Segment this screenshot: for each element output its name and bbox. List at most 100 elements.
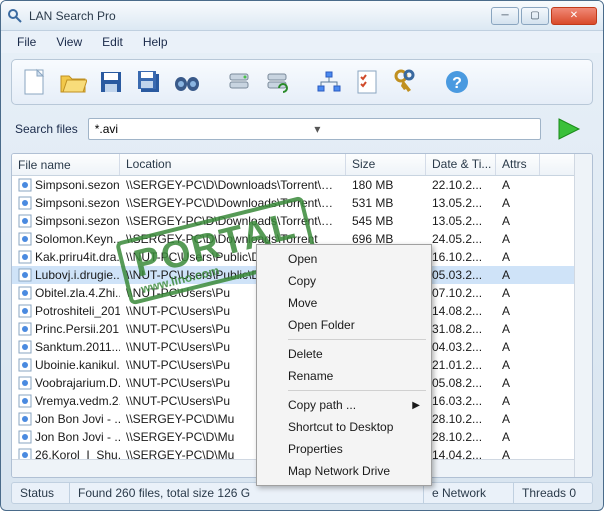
table-row[interactable]: Simpsoni.sezon...\\SERGEY-PC\D\Downloads… <box>12 212 574 230</box>
table-row[interactable]: Simpsoni.sezon...\\SERGEY-PC\D\Downloads… <box>12 176 574 194</box>
cell-size: 531 MB <box>346 195 426 211</box>
cell-date: 14.08.2... <box>426 303 496 319</box>
cell-filename: Potroshiteli_201... <box>12 303 120 319</box>
status-network: e Network <box>424 483 514 503</box>
cell-attr: A <box>496 393 540 409</box>
col-location[interactable]: Location <box>120 154 346 175</box>
cell-date: 22.10.2... <box>426 177 496 193</box>
cell-date: 07.10.2... <box>426 285 496 301</box>
menu-view[interactable]: View <box>48 33 90 51</box>
cell-date: 05.03.2... <box>426 267 496 283</box>
vertical-scrollbar[interactable] <box>574 154 592 477</box>
search-input[interactable]: *.avi ▾ <box>88 118 541 140</box>
cell-date: 05.08.2... <box>426 375 496 391</box>
context-menu-item[interactable]: Delete <box>260 343 428 365</box>
cell-filename: Princ.Persii.201... <box>12 321 120 337</box>
keys-icon[interactable] <box>390 67 420 97</box>
col-attrs[interactable]: Attrs <box>496 154 540 175</box>
server-refresh-icon[interactable] <box>262 67 292 97</box>
status-summary: Found 260 files, total size 126 G <box>70 483 424 503</box>
chevron-down-icon[interactable]: ▾ <box>314 122 534 136</box>
cell-date: 28.10.2... <box>426 429 496 445</box>
context-menu-item[interactable]: Copy path ...▶ <box>260 394 428 416</box>
help-icon[interactable]: ? <box>442 67 472 97</box>
menu-separator <box>288 339 426 340</box>
cell-size: 180 MB <box>346 177 426 193</box>
cell-attr: A <box>496 411 540 427</box>
cell-location: \\SERGEY-PC\D\Downloads\Torrent\Simps... <box>120 213 346 229</box>
network-icon[interactable] <box>314 67 344 97</box>
context-menu: OpenCopyMoveOpen Folder DeleteRename Copy … <box>256 244 432 486</box>
save-all-icon[interactable] <box>134 67 164 97</box>
cell-date: 13.05.2... <box>426 195 496 211</box>
submenu-arrow-icon: ▶ <box>412 400 420 411</box>
status-label: Status <box>12 483 70 503</box>
cell-date: 16.03.2... <box>426 393 496 409</box>
context-menu-item[interactable]: Move <box>260 292 428 314</box>
menu-file[interactable]: File <box>9 33 44 51</box>
cell-date: 16.10.2... <box>426 249 496 265</box>
context-menu-item[interactable]: Rename <box>260 365 428 387</box>
cell-filename: Simpsoni.sezon... <box>12 177 120 193</box>
cell-filename: Solomon.Keyn... <box>12 231 120 247</box>
cell-attr: A <box>496 303 540 319</box>
window-title: LAN Search Pro <box>29 9 491 23</box>
col-date[interactable]: Date & Ti... <box>426 154 496 175</box>
cell-attr: A <box>496 285 540 301</box>
cell-filename: Sanktum.2011.... <box>12 339 120 355</box>
cell-filename: Jon Bon Jovi - ... <box>12 411 120 427</box>
cell-attr: A <box>496 357 540 373</box>
cell-date: 21.01.2... <box>426 357 496 373</box>
titlebar: LAN Search Pro ─ ▢ ✕ <box>1 1 603 31</box>
svg-text:?: ? <box>452 75 462 92</box>
open-folder-icon[interactable] <box>58 67 88 97</box>
cell-filename: Simpsoni.sezon... <box>12 195 120 211</box>
cell-filename: Voobrajarium.D... <box>12 375 120 391</box>
cell-attr: A <box>496 195 540 211</box>
menu-edit[interactable]: Edit <box>94 33 131 51</box>
cell-location: \\SERGEY-PC\D\Downloads\Torrent\Simps... <box>120 195 346 211</box>
maximize-button[interactable]: ▢ <box>521 7 549 25</box>
cell-date: 24.05.2... <box>426 231 496 247</box>
cell-attr: A <box>496 267 540 283</box>
cell-attr: A <box>496 177 540 193</box>
app-icon <box>7 8 23 24</box>
cell-location: \\SERGEY-PC\D\Downloads\Torrent\Simps... <box>120 177 346 193</box>
col-filename[interactable]: File name <box>12 154 120 175</box>
menu-help[interactable]: Help <box>135 33 176 51</box>
table-row[interactable]: Simpsoni.sezon...\\SERGEY-PC\D\Downloads… <box>12 194 574 212</box>
cell-attr: A <box>496 213 540 229</box>
close-button[interactable]: ✕ <box>551 7 597 25</box>
context-menu-item[interactable]: Open Folder <box>260 314 428 336</box>
search-go-button[interactable] <box>551 115 587 143</box>
save-icon[interactable] <box>96 67 126 97</box>
cell-attr: A <box>496 321 540 337</box>
cell-attr: A <box>496 249 540 265</box>
context-menu-item[interactable]: Open <box>260 248 428 270</box>
context-menu-item[interactable]: Copy <box>260 270 428 292</box>
menu-separator <box>288 390 426 391</box>
cell-attr: A <box>496 429 540 445</box>
binoculars-icon[interactable] <box>172 67 202 97</box>
toolbar: ? <box>11 59 593 105</box>
menubar: File View Edit Help <box>1 31 603 53</box>
status-threads: Threads 0 <box>514 483 592 503</box>
context-menu-item[interactable]: Properties <box>260 438 428 460</box>
searchbar: Search files *.avi ▾ <box>11 111 593 147</box>
cell-filename: Simpsoni.sezon... <box>12 213 120 229</box>
column-headers: File name Location Size Date & Ti... Att… <box>12 154 574 176</box>
minimize-button[interactable]: ─ <box>491 7 519 25</box>
context-menu-item[interactable]: Map Network Drive <box>260 460 428 482</box>
checklist-icon[interactable] <box>352 67 382 97</box>
cell-filename: Lubovj.i.drugie.... <box>12 267 120 283</box>
cell-date: 04.03.2... <box>426 339 496 355</box>
cell-size: 545 MB <box>346 213 426 229</box>
cell-filename: Uboinie.kanikul... <box>12 357 120 373</box>
col-size[interactable]: Size <box>346 154 426 175</box>
cell-filename: Kak.priru4it.dra... <box>12 249 120 265</box>
cell-attr: A <box>496 375 540 391</box>
server-icon[interactable] <box>224 67 254 97</box>
new-doc-icon[interactable] <box>20 67 50 97</box>
context-menu-item[interactable]: Shortcut to Desktop <box>260 416 428 438</box>
search-value: *.avi <box>95 122 315 136</box>
